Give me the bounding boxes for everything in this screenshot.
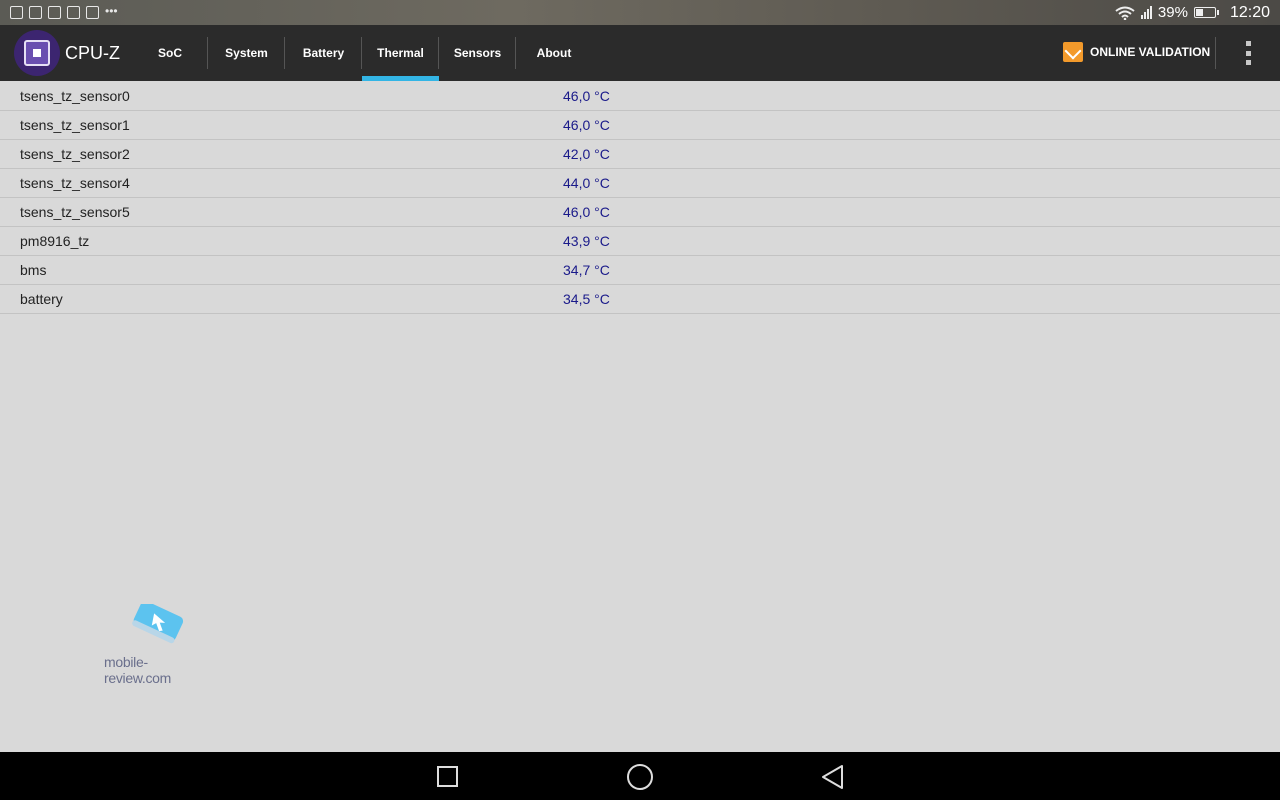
sensor-value: 46,0 °C [563,117,610,133]
online-validation-label: ONLINE VALIDATION [1090,45,1211,59]
status-bar: ••• 39% 12:20 [0,0,1280,25]
table-row: bms 34,7 °C [0,256,1280,285]
check-icon [86,6,99,19]
tab-soc[interactable]: SoC [132,25,208,81]
tab-about[interactable]: About [516,25,592,81]
table-row: tsens_tz_sensor1 46,0 °C [0,111,1280,140]
sensor-value: 34,5 °C [563,291,610,307]
notification-icons: ••• [10,4,119,19]
watermark: mobile-review.com [104,604,214,686]
sensor-value: 42,0 °C [563,146,610,162]
tab-system[interactable]: System [208,25,285,81]
wifi-icon [1115,6,1135,20]
app-bar: CPU-Z SoC System Battery Thermal Sensors… [0,25,1280,81]
cpu-z-logo-icon [14,30,60,76]
mail-icon [29,6,42,19]
sensor-name: tsens_tz_sensor5 [20,204,130,220]
tab-battery[interactable]: Battery [285,25,362,81]
tab-sensors[interactable]: Sensors [439,25,516,81]
image-icon [10,6,23,19]
divider [1215,37,1216,69]
mobile-review-logo-icon [132,604,184,644]
back-icon[interactable] [820,764,846,790]
validation-icon [1063,42,1083,62]
clock: 12:20 [1229,3,1270,21]
sensor-value: 46,0 °C [563,204,610,220]
sensor-value: 34,7 °C [563,262,610,278]
table-row: tsens_tz_sensor0 46,0 °C [0,82,1280,111]
recent-apps-icon[interactable] [437,766,458,787]
navigation-bar [0,752,1280,800]
status-indicators: 39% 12:20 [1115,4,1270,22]
tab-bar: SoC System Battery Thermal Sensors About [132,25,592,81]
sensor-name: pm8916_tz [20,233,90,249]
more-notifications-icon: ••• [105,4,118,18]
sensor-value: 43,9 °C [563,233,610,249]
sensor-value: 44,0 °C [563,175,610,191]
app-title: CPU-Z [65,43,120,63]
sensor-name: bms [20,262,47,278]
watermark-text: mobile-review.com [104,654,172,686]
sensor-name: tsens_tz_sensor0 [20,88,130,104]
table-row: tsens_tz_sensor2 42,0 °C [0,140,1280,169]
table-row: battery 34,5 °C [0,285,1280,314]
sensor-value: 46,0 °C [563,88,610,104]
sensor-name: tsens_tz_sensor4 [20,175,130,191]
check-icon [48,6,61,19]
battery-percent: 39% [1157,4,1188,21]
table-row: tsens_tz_sensor4 44,0 °C [0,169,1280,198]
thermal-sensor-list: tsens_tz_sensor0 46,0 °C tsens_tz_sensor… [0,82,1280,314]
sensor-name: tsens_tz_sensor2 [20,146,130,162]
table-row: tsens_tz_sensor5 46,0 °C [0,198,1280,227]
signal-icon [1140,6,1152,19]
home-icon[interactable] [627,764,653,790]
check-icon [67,6,80,19]
table-row: pm8916_tz 43,9 °C [0,227,1280,256]
online-validation-button[interactable]: ONLINE VALIDATION [1063,42,1210,62]
battery-icon [1193,7,1219,18]
sensor-name: tsens_tz_sensor1 [20,117,130,133]
sensor-name: battery [20,291,63,307]
overflow-menu-icon[interactable] [1242,41,1254,65]
tab-thermal[interactable]: Thermal [362,25,439,81]
